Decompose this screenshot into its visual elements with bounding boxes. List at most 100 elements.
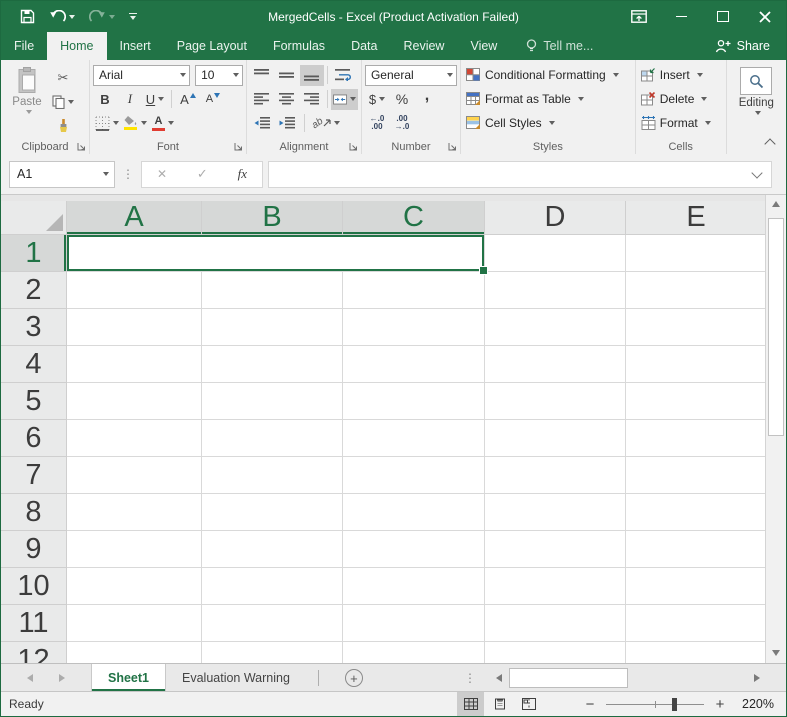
row-header-2[interactable]: 2 (1, 272, 67, 309)
cell-c2[interactable] (343, 272, 485, 309)
cell-d4[interactable] (485, 346, 626, 383)
fill-color-button[interactable] (122, 113, 149, 134)
row-header-1[interactable]: 1 (1, 235, 67, 272)
column-header-a[interactable]: A (67, 201, 202, 235)
cell-c7[interactable] (343, 457, 485, 494)
fill-handle[interactable] (479, 266, 488, 275)
scroll-down-button[interactable] (766, 643, 786, 663)
align-middle-button[interactable] (275, 65, 299, 86)
cell-d10[interactable] (485, 568, 626, 605)
undo-dropdown-icon[interactable] (69, 15, 75, 19)
zoom-slider-thumb[interactable] (672, 698, 677, 711)
cell-c4[interactable] (343, 346, 485, 383)
accounting-dropdown-icon[interactable] (379, 97, 385, 101)
cell-e4[interactable] (626, 346, 767, 383)
cell-e6[interactable] (626, 420, 767, 457)
font-dialog-launcher[interactable] (233, 141, 244, 152)
cell-a5[interactable] (67, 383, 202, 420)
cell-a4[interactable] (67, 346, 202, 383)
cell-e5[interactable] (626, 383, 767, 420)
align-bottom-button[interactable] (300, 65, 324, 86)
wrap-text-button[interactable] (331, 65, 355, 86)
copy-button[interactable] (50, 91, 76, 112)
cell-b11[interactable] (202, 605, 343, 642)
maximize-button[interactable] (702, 1, 744, 32)
number-dialog-launcher[interactable] (447, 141, 458, 152)
delete-dropdown-icon[interactable] (701, 97, 707, 101)
horizontal-scrollbar-track[interactable] (509, 667, 747, 688)
cell-d8[interactable] (485, 494, 626, 531)
row-header-12[interactable]: 12 (1, 642, 67, 663)
tab-data[interactable]: Data (338, 32, 390, 60)
cell-d3[interactable] (485, 309, 626, 346)
decrease-decimal-button[interactable]: .00→.0 (390, 113, 414, 134)
tab-file[interactable]: File (1, 32, 47, 60)
cell-b9[interactable] (202, 531, 343, 568)
share-button[interactable]: Share (699, 32, 786, 60)
cell-a9[interactable] (67, 531, 202, 568)
next-sheet-button[interactable] (59, 674, 65, 682)
orientation-dropdown-icon[interactable] (334, 121, 340, 125)
formula-bar-expand-icon[interactable] (751, 167, 762, 178)
italic-button[interactable]: I (118, 89, 142, 110)
previous-sheet-button[interactable] (27, 674, 33, 682)
tab-formulas[interactable]: Formulas (260, 32, 338, 60)
row-header-4[interactable]: 4 (1, 346, 67, 383)
row-header-10[interactable]: 10 (1, 568, 67, 605)
row-header-9[interactable]: 9 (1, 531, 67, 568)
tell-me-box[interactable]: Tell me... (516, 32, 603, 60)
cell-c12[interactable] (343, 642, 485, 663)
borders-dropdown-icon[interactable] (113, 121, 119, 125)
borders-button[interactable] (93, 113, 121, 134)
cell-c8[interactable] (343, 494, 485, 531)
save-button[interactable] (15, 5, 40, 29)
cell-c10[interactable] (343, 568, 485, 605)
cell-a12[interactable] (67, 642, 202, 663)
cell-b4[interactable] (202, 346, 343, 383)
cell-a11[interactable] (67, 605, 202, 642)
close-button[interactable] (744, 1, 786, 32)
cell-d5[interactable] (485, 383, 626, 420)
customize-qat-button[interactable] (124, 5, 142, 29)
cancel-icon[interactable]: ✕ (157, 167, 167, 181)
row-header-3[interactable]: 3 (1, 309, 67, 346)
delete-cells-button[interactable]: Delete (639, 88, 710, 110)
editing-dropdown-icon[interactable] (755, 111, 761, 115)
increase-decimal-button[interactable]: ←.0.00 (365, 113, 389, 134)
fill-color-dropdown-icon[interactable] (141, 121, 147, 125)
align-center-button[interactable] (275, 89, 299, 110)
tab-view[interactable]: View (457, 32, 510, 60)
align-right-button[interactable] (300, 89, 324, 110)
font-name-select[interactable]: Arial (93, 65, 190, 86)
cell-styles-dropdown-icon[interactable] (549, 121, 555, 125)
sheet-tab-options-icon[interactable]: ⋮ (464, 671, 476, 685)
cell-d7[interactable] (485, 457, 626, 494)
zoom-slider[interactable] (606, 697, 704, 712)
cell-styles-button[interactable]: Cell Styles (464, 112, 557, 134)
row-header-8[interactable]: 8 (1, 494, 67, 531)
underline-dropdown-icon[interactable] (158, 97, 164, 101)
format-dropdown-icon[interactable] (705, 121, 711, 125)
format-painter-button[interactable] (50, 115, 76, 136)
format-as-table-dropdown-icon[interactable] (578, 97, 584, 101)
enter-icon[interactable]: ✓ (197, 166, 208, 182)
cell-e8[interactable] (626, 494, 767, 531)
formula-input[interactable] (269, 164, 753, 185)
grow-font-button[interactable]: A (176, 89, 200, 110)
insert-function-icon[interactable]: fx (238, 166, 247, 182)
merge-center-button[interactable] (331, 89, 358, 110)
horizontal-scrollbar[interactable] (489, 667, 767, 688)
sheet-tab-sheet1[interactable]: Sheet1 (91, 664, 166, 692)
paste-dropdown-icon[interactable] (26, 110, 32, 114)
cell-b12[interactable] (202, 642, 343, 663)
cell-c5[interactable] (343, 383, 485, 420)
number-format-select[interactable]: General (365, 65, 457, 86)
cell-a3[interactable] (67, 309, 202, 346)
row-header-6[interactable]: 6 (1, 420, 67, 457)
horizontal-scrollbar-thumb[interactable] (509, 668, 628, 688)
cut-button[interactable]: ✂ (50, 67, 76, 88)
cell-e11[interactable] (626, 605, 767, 642)
format-as-table-button[interactable]: Format as Table (464, 88, 586, 110)
redo-button[interactable] (84, 5, 120, 29)
decrease-indent-button[interactable] (250, 113, 274, 134)
